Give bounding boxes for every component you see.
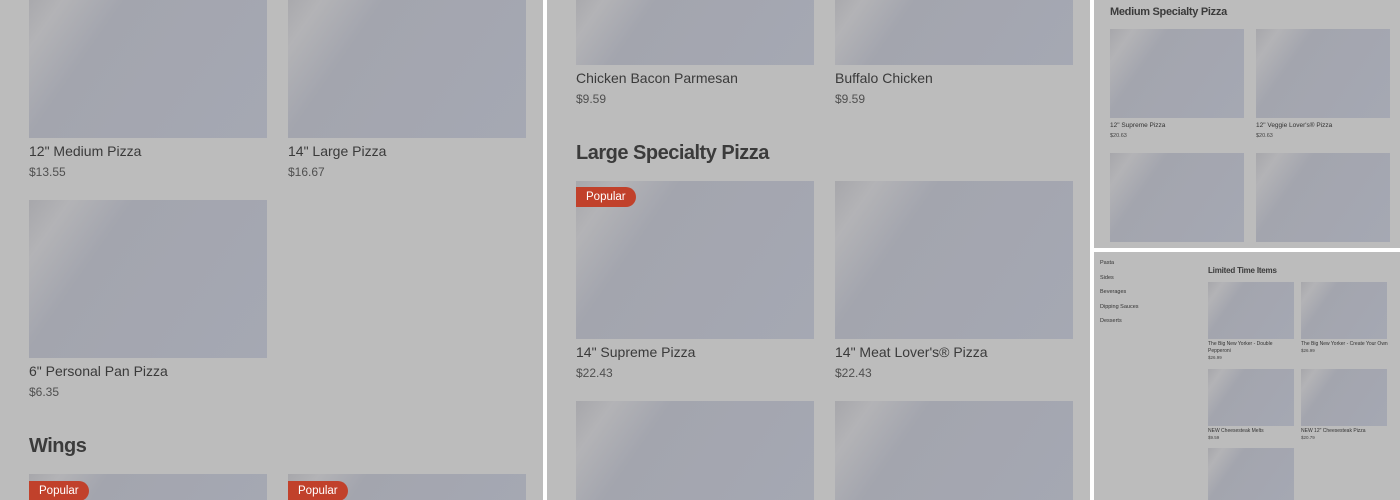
supreme-pizza-image[interactable] (1110, 29, 1244, 118)
popular-badge: Popular (576, 187, 636, 207)
sidebar-item-dipping-sauces[interactable]: Dipping Sauces (1100, 304, 1139, 310)
meat-lovers-pizza-image[interactable] (835, 181, 1073, 339)
menu-panel-pizza-sizes: 12" Medium Pizza $13.55 14" Large Pizza … (0, 0, 543, 500)
pizza-image[interactable] (835, 401, 1073, 500)
personal-pan-pizza-image[interactable] (29, 200, 267, 358)
section-title: Medium Specialty Pizza (1110, 6, 1227, 18)
cheesesteak-melts-image[interactable] (1208, 369, 1294, 426)
product-price: $13.55 (29, 165, 66, 179)
product-image[interactable] (1208, 448, 1294, 500)
medium-pizza-image[interactable] (29, 0, 267, 138)
big-new-yorker-create-image[interactable] (1301, 282, 1387, 339)
popular-badge: Popular (29, 481, 89, 500)
menu-panel-medium-specialty: Medium Specialty Pizza 12" Supreme Pizza… (1094, 0, 1400, 248)
product-name[interactable]: The Big New Yorker - Create Your Own (1301, 341, 1388, 347)
product-name[interactable]: 14" Large Pizza (288, 143, 386, 159)
product-price: $9.59 (576, 92, 607, 106)
sidebar-item-desserts[interactable]: Desserts (1100, 318, 1122, 324)
product-name[interactable]: The Big New Yorker - Double Pepperoni (1208, 341, 1288, 355)
product-name[interactable]: 14" Meat Lover's® Pizza (835, 344, 988, 360)
product-name[interactable]: 12" Veggie Lover's® Pizza (1256, 122, 1332, 129)
pizza-image[interactable] (1256, 153, 1390, 242)
product-name[interactable]: 6" Personal Pan Pizza (29, 363, 168, 379)
product-name[interactable]: 12" Supreme Pizza (1110, 122, 1165, 129)
chicken-bacon-parmesan-image[interactable] (576, 0, 814, 65)
product-name[interactable]: NEW 12" Cheesesteak Pizza (1301, 428, 1366, 434)
big-new-yorker-pepperoni-image[interactable] (1208, 282, 1294, 339)
product-name[interactable]: Chicken Bacon Parmesan (576, 70, 738, 86)
product-price: $16.67 (288, 165, 325, 179)
product-price: $20.63 (1256, 133, 1273, 139)
sidebar-item-sides[interactable]: Sides (1100, 275, 1114, 281)
section-title: Large Specialty Pizza (576, 142, 769, 164)
product-price: $6.35 (29, 385, 60, 399)
product-price: $20.63 (1110, 133, 1127, 139)
product-name[interactable]: Buffalo Chicken (835, 70, 933, 86)
product-name[interactable]: 14" Supreme Pizza (576, 344, 695, 360)
product-name[interactable]: NEW Cheesesteak Melts (1208, 428, 1264, 434)
product-price: $26.99 (1301, 348, 1315, 353)
veggie-lovers-pizza-image[interactable] (1256, 29, 1390, 118)
product-price: $20.79 (1301, 435, 1315, 440)
sidebar-item-pasta[interactable]: Pasta (1100, 260, 1114, 266)
product-price: $9.59 (1208, 435, 1220, 440)
sidebar-item-beverages[interactable]: Beverages (1100, 289, 1126, 295)
pizza-image[interactable] (1110, 153, 1244, 242)
cheesesteak-pizza-image[interactable] (1301, 369, 1387, 426)
popular-badge: Popular (288, 481, 348, 500)
menu-panel-large-specialty: Chicken Bacon Parmesan $9.59 Buffalo Chi… (547, 0, 1090, 500)
product-name[interactable]: 12" Medium Pizza (29, 143, 141, 159)
product-price: $22.43 (576, 366, 613, 380)
large-pizza-image[interactable] (288, 0, 526, 138)
product-price: $26.99 (1208, 355, 1222, 360)
product-price: $22.43 (835, 366, 872, 380)
section-title: Limited Time Items (1208, 266, 1277, 275)
section-title: Wings (29, 435, 87, 457)
pizza-image[interactable] (576, 401, 814, 500)
buffalo-chicken-image[interactable] (835, 0, 1073, 65)
product-price: $9.59 (835, 92, 866, 106)
menu-panel-limited-time: Pasta Sides Beverages Dipping Sauces Des… (1094, 252, 1400, 500)
